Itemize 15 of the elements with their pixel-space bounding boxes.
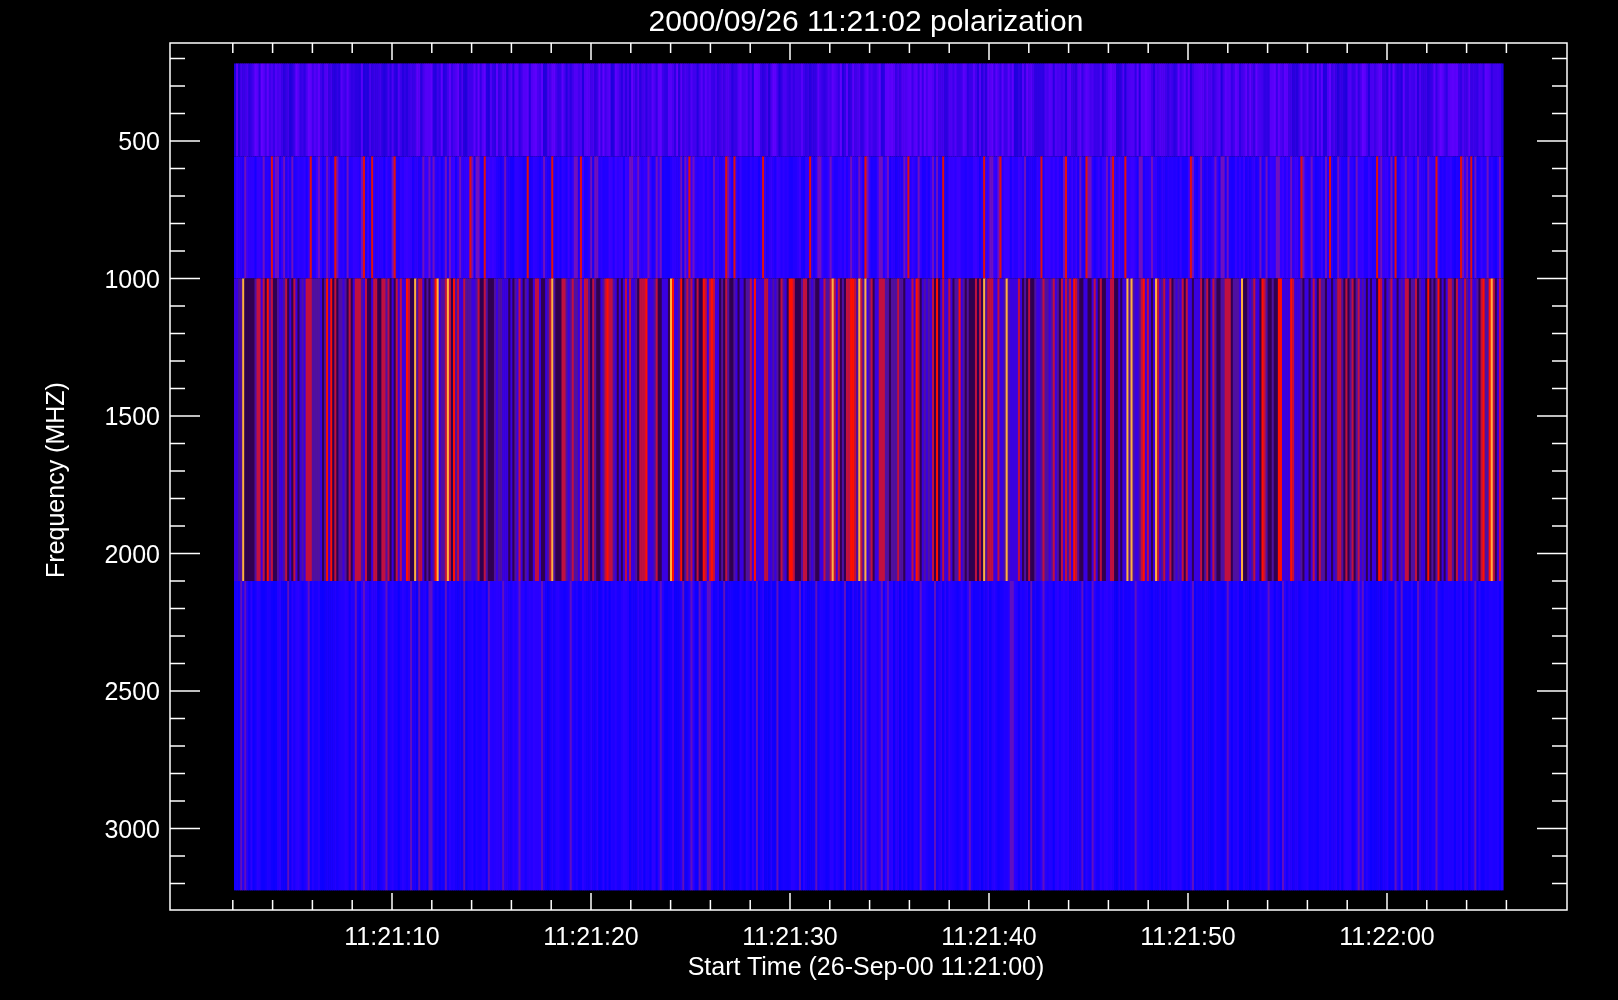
chart-title: 2000/09/26 11:21:02 polarization — [648, 4, 1084, 37]
x-tick-label: 11:22:00 — [1339, 922, 1435, 950]
x-axis-label: Start Time (26-Sep-00 11:21:00) — [687, 952, 1045, 980]
y-tick-label: 1000 — [104, 264, 160, 293]
y-tick-label: 2000 — [104, 539, 160, 568]
x-tick-label: 11:21:50 — [1140, 922, 1236, 950]
y-tick-label: 500 — [118, 127, 160, 155]
x-tick-label: 11:21:30 — [742, 922, 838, 950]
y-axis-label: Frequency (MHZ) — [41, 382, 69, 578]
x-tick-label: 11:21:40 — [941, 922, 1037, 950]
y-tick-label: 1500 — [104, 402, 160, 430]
y-tick-label: 2500 — [104, 677, 160, 705]
y-tick-label: 3000 — [104, 814, 160, 843]
x-tick-label: 11:21:20 — [543, 922, 639, 950]
x-tick-label: 11:21:10 — [344, 922, 440, 950]
